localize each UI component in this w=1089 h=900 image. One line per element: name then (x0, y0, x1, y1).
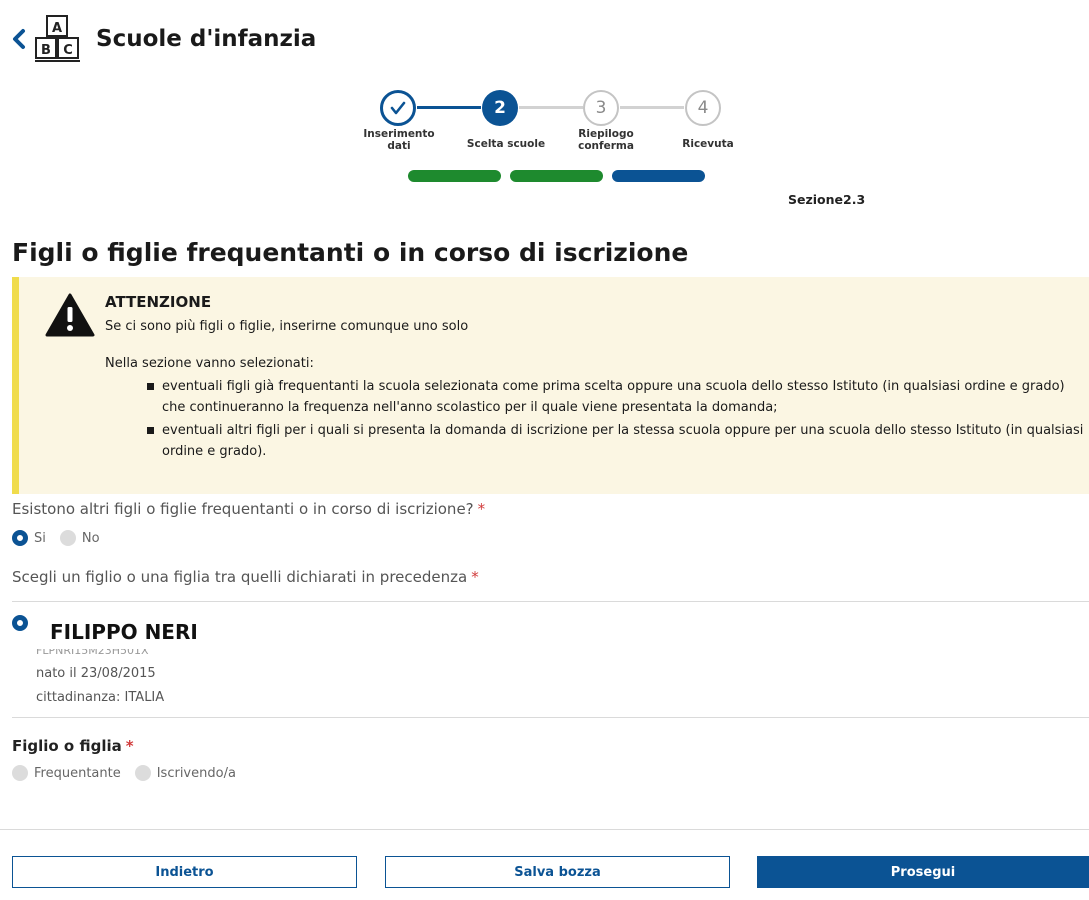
warning-list-item: eventuali figli già frequentanti la scuo… (147, 376, 1087, 418)
warning-list-item: eventuali altri figli per i quali si pre… (147, 420, 1087, 462)
svg-text:C: C (63, 43, 73, 58)
progress-segment-1 (408, 170, 501, 182)
radio-group-other-children: Si No (12, 530, 114, 546)
field-child-status: Figlio o figlia * (12, 737, 134, 755)
progress-segment-2 (510, 170, 603, 182)
radio-si-label: Si (34, 530, 46, 546)
radio-no[interactable] (59, 530, 76, 546)
radio-iscrivendo-label: Iscrivendo/a (156, 765, 236, 781)
child-birth: nato il 23/08/2015 (36, 666, 156, 681)
save-draft-button[interactable]: Salva bozza (385, 856, 730, 888)
checkmark-icon (390, 101, 406, 115)
step-1-check (380, 90, 416, 126)
required-mark: * (471, 568, 479, 586)
warning-list: eventuali figli già frequentanti la scuo… (147, 376, 1087, 464)
warning-subtitle: Se ci sono più figli o figlie, inserirne… (105, 319, 469, 334)
back-chevron-icon[interactable] (10, 24, 28, 54)
step-2-label: Scelta scuole (466, 138, 546, 150)
step-4-label: Ricevuta (682, 138, 734, 150)
radio-group-child-status: Frequentante Iscrivendo/a (12, 765, 250, 781)
radio-frequentante-label: Frequentante (34, 765, 121, 781)
divider (12, 717, 1089, 718)
step-2-circle: 2 (482, 90, 518, 126)
progress-segment-3 (612, 170, 705, 182)
back-button[interactable]: Indietro (12, 856, 357, 888)
step-1-label: Inserimento dati (363, 128, 435, 152)
footer-divider (0, 829, 1089, 830)
child-citizenship: cittadinanza: ITALIA (36, 690, 165, 705)
page-title: Scuole d'infanzia (96, 26, 317, 52)
step-connector (417, 106, 481, 109)
warning-title: ATTENZIONE (105, 293, 212, 311)
continue-button[interactable]: Prosegui (757, 856, 1089, 888)
child-name: FILIPPO NERI (50, 620, 198, 644)
radio-no-label: No (81, 530, 100, 546)
step-3-label: Riepilogo conferma (578, 128, 634, 152)
child-select-radio[interactable] (12, 615, 28, 631)
child-fiscal-code: FLPNRI15M23H501X (36, 649, 196, 655)
radio-iscrivendo[interactable] (134, 765, 151, 781)
section-title: Figli o figlie frequentanti o in corso d… (12, 238, 689, 267)
question-choose-child: Scegli un figlio o una figlia tra quelli… (12, 568, 479, 586)
required-mark: * (125, 737, 134, 755)
step-connector (519, 106, 583, 109)
field-label: Figlio o figlia (12, 737, 122, 755)
step-4-circle: 4 (685, 90, 721, 126)
svg-text:A: A (52, 21, 62, 36)
question-other-children: Esistono altri figli o figlie frequentan… (12, 500, 485, 518)
required-mark: * (477, 500, 486, 518)
warning-triangle-icon (45, 293, 95, 337)
warning-box: ATTENZIONE Se ci sono più figli o figlie… (12, 277, 1089, 494)
step-connector (620, 106, 684, 109)
svg-text:B: B (41, 43, 51, 58)
question-label: Scegli un figlio o una figlia tra quelli… (12, 568, 468, 586)
radio-frequentante[interactable] (12, 765, 28, 781)
divider (12, 601, 1089, 602)
question-label: Esistono altri figli o figlie frequentan… (12, 500, 474, 518)
step-3-circle: 3 (583, 90, 619, 126)
radio-si[interactable] (12, 530, 28, 546)
warning-intro: Nella sezione vanno selezionati: (105, 356, 314, 371)
abc-blocks-icon: A B C (35, 15, 80, 62)
section-code: Sezione2.3 (788, 192, 866, 207)
